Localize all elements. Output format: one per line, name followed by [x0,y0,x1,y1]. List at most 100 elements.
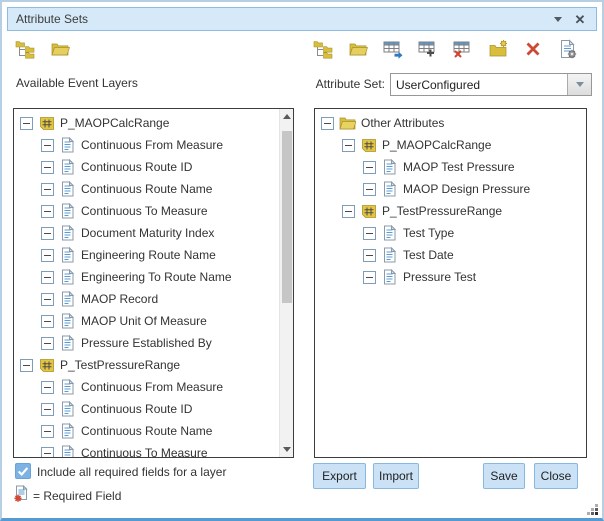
tree-row[interactable]: MAOP Design Pressure [315,178,586,200]
scroll-down-button[interactable] [280,442,294,457]
collapse-minus-icon[interactable] [41,425,54,438]
collapse-minus-icon[interactable] [20,117,33,130]
doc-settings-icon[interactable] [555,37,581,61]
tree-node-label: P_MAOPCalcRange [382,138,491,152]
collapse-minus-icon[interactable] [41,271,54,284]
tree-row[interactable]: Continuous From Measure [14,134,279,156]
tree-node-label: P_MAOPCalcRange [60,116,169,130]
doc-icon [59,423,76,439]
close-icon: ✕ [575,13,586,26]
resize-grip-icon [586,503,599,516]
tree-row[interactable]: Continuous To Measure [14,200,279,222]
tree-row[interactable]: Continuous Route Name [14,178,279,200]
tree-row[interactable]: Test Date [315,244,586,266]
collapse-minus-icon[interactable] [41,315,54,328]
collapse-minus-icon[interactable] [41,183,54,196]
collapse-minus-icon[interactable] [41,139,54,152]
table-remove-icon[interactable] [450,37,476,61]
collapse-minus-icon[interactable] [363,161,376,174]
collapse-minus-icon[interactable] [20,359,33,372]
tree-row[interactable]: Continuous Route ID [14,398,279,420]
collapse-minus-icon[interactable] [41,249,54,262]
tree-node-label: Document Maturity Index [81,226,214,240]
tree-row[interactable]: P_TestPressureRange [315,200,586,222]
tree-row[interactable]: Continuous From Measure [14,376,279,398]
dropdown-arrow-button[interactable] [567,74,591,95]
doc-icon [381,181,398,197]
layer-icon [360,138,377,153]
delete-icon[interactable] [520,37,546,61]
dock-button[interactable] [550,11,566,27]
collapse-minus-icon[interactable] [342,205,355,218]
collapse-minus-icon[interactable] [363,249,376,262]
tree-node-label: Continuous To Measure [81,204,208,218]
collapse-minus-icon[interactable] [41,403,54,416]
collapse-minus-icon[interactable] [342,139,355,152]
doc-icon [59,203,76,219]
tree-row[interactable]: Engineering To Route Name [14,266,279,288]
tree-node-label: MAOP Design Pressure [403,182,530,196]
save-button[interactable]: Save [483,463,525,489]
open-folder-icon[interactable] [345,37,371,61]
import-button[interactable]: Import [373,463,419,489]
folder-new-icon[interactable] [485,37,511,61]
doc-icon [381,247,398,263]
dock-arrow-icon [554,17,562,22]
collapse-minus-icon[interactable] [41,205,54,218]
tree-row[interactable]: P_MAOPCalcRange [315,134,586,156]
tree-row[interactable]: Continuous To Measure [14,442,279,457]
tree-row[interactable]: Pressure Test [315,266,586,288]
tree-node-label: P_TestPressureRange [382,204,502,218]
attribute-set-panel: Other Attributes P_MAOPCalcRange MAOP Test… [314,108,587,458]
tree-row[interactable]: Document Maturity Index [14,222,279,244]
table-export-icon[interactable] [380,37,406,61]
collapse-minus-icon[interactable] [363,271,376,284]
doc-icon [59,247,76,263]
tree-row[interactable]: MAOP Test Pressure [315,156,586,178]
close-dialog-button[interactable]: Close [534,463,578,489]
doc-icon [59,291,76,307]
attribute-set-dropdown[interactable]: UserConfigured [390,73,592,96]
doc-icon [59,181,76,197]
checkmark-icon [16,464,30,478]
scroll-up-button[interactable] [280,109,294,124]
attribute-sets-dialog: Attribute Sets ✕ Available Event Layers … [0,0,604,521]
tree-row[interactable]: Pressure Established By [14,332,279,354]
tree-row[interactable]: P_MAOPCalcRange [14,112,279,134]
tree-row[interactable]: Test Type [315,222,586,244]
layer-icon [38,358,55,373]
collapse-minus-icon[interactable] [41,447,54,458]
collapse-minus-icon[interactable] [363,227,376,240]
new-tree-icon[interactable] [310,37,336,61]
table-add-icon[interactable] [415,37,441,61]
tree-row[interactable]: Continuous Route ID [14,156,279,178]
collapse-minus-icon[interactable] [41,337,54,350]
resize-grip[interactable] [586,503,599,516]
tree-row[interactable]: P_TestPressureRange [14,354,279,376]
tree-row[interactable]: MAOP Unit Of Measure [14,310,279,332]
tree-row[interactable]: Other Attributes [315,112,586,134]
chevron-down-icon [576,82,584,87]
collapse-minus-icon[interactable] [363,183,376,196]
doc-icon [381,225,398,241]
include-required-checkbox[interactable] [15,463,31,479]
open-folder-icon[interactable] [47,37,73,61]
export-button[interactable]: Export [313,463,366,489]
collapse-minus-icon[interactable] [41,161,54,174]
doc-icon [381,159,398,175]
tree-row[interactable]: MAOP Record [14,288,279,310]
attribute-set-tree: Other Attributes P_MAOPCalcRange MAOP Test… [315,109,586,457]
collapse-minus-icon[interactable] [41,293,54,306]
tree-node-label: Continuous Route Name [81,424,212,438]
close-button[interactable]: ✕ [572,11,588,27]
collapse-minus-icon[interactable] [41,227,54,240]
scrollbar-thumb[interactable] [282,131,292,303]
vertical-scrollbar[interactable] [279,109,293,457]
tree-row[interactable]: Continuous Route Name [14,420,279,442]
new-tree-icon[interactable] [12,37,38,61]
collapse-minus-icon[interactable] [321,117,334,130]
doc-icon [59,225,76,241]
tree-row[interactable]: Engineering Route Name [14,244,279,266]
available-layers-panel: P_MAOPCalcRangeContinuous From MeasureCo… [13,108,294,458]
collapse-minus-icon[interactable] [41,381,54,394]
